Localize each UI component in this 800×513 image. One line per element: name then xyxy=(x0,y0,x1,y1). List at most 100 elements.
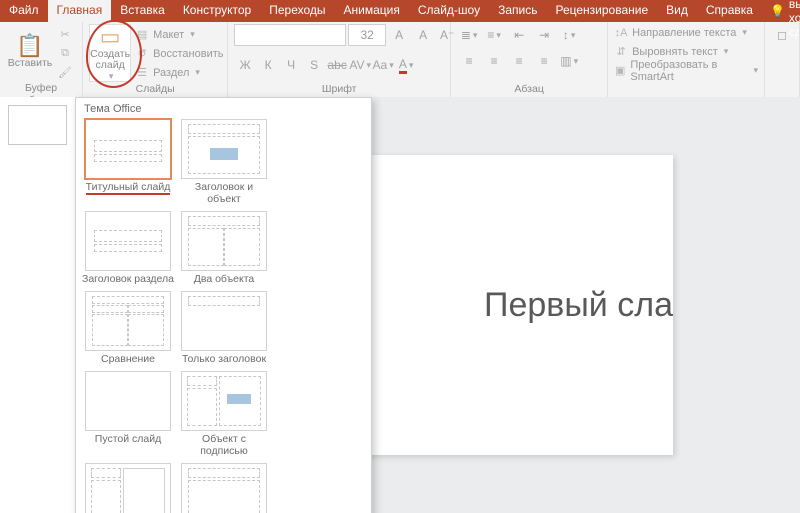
align-center-button[interactable]: ≡ xyxy=(482,50,506,72)
group-clipboard: 📋 Вставить ✂ ⧉ 🖌 Буфер обмена xyxy=(0,22,83,97)
change-case-button[interactable]: Aa xyxy=(372,54,394,76)
section-icon: ☰ xyxy=(135,66,149,79)
layout-label: Титульный слайд xyxy=(86,181,171,195)
bullets-button[interactable]: ≣ xyxy=(457,24,481,46)
align-justify-icon: ≡ xyxy=(541,54,548,68)
shadow-button[interactable]: S xyxy=(303,54,325,76)
reset-icon: ↺ xyxy=(135,47,149,60)
cut-button[interactable]: ✂ xyxy=(58,26,72,43)
font-color-icon: A xyxy=(399,57,407,74)
layout-title-vertical-text[interactable]: Заголовок и вертикальный т… xyxy=(178,463,270,513)
new-slide-icon: ▭ xyxy=(100,25,121,49)
tab-insert[interactable]: Вставка xyxy=(111,0,174,22)
tab-slideshow[interactable]: Слайд-шоу xyxy=(409,0,489,22)
section-button[interactable]: ☰ Раздел xyxy=(135,64,223,81)
align-left-icon: ≡ xyxy=(466,54,473,68)
layout-label: Два объекта xyxy=(194,273,254,285)
font-size-input[interactable]: 32 xyxy=(348,24,386,46)
tab-home[interactable]: Главная xyxy=(48,0,112,22)
group-paragraph: ≣ ≡ ⇤ ⇥ ↕ ≡ ≡ ≡ ≡ ▥ Абзац xyxy=(451,22,608,97)
layout-picture-caption[interactable]: Рисунок с подписью xyxy=(82,463,174,513)
char-spacing-button[interactable]: AV xyxy=(349,54,371,76)
align-center-icon: ≡ xyxy=(491,54,498,68)
layout-blank[interactable]: Пустой слайд xyxy=(82,371,174,457)
clipboard-icon: 📋 xyxy=(16,34,43,58)
line-spacing-button[interactable]: ↕ xyxy=(557,24,581,46)
group-slides: ▭ Создать слайд ▤Макет ↺Восстановить ☰ Ра… xyxy=(83,22,228,97)
tab-view[interactable]: Вид xyxy=(657,0,697,22)
layout-title-content[interactable]: Заголовок и объект xyxy=(178,119,270,205)
lightbulb-icon: 💡 xyxy=(770,4,785,18)
numbering-button[interactable]: ≡ xyxy=(482,24,506,46)
align-text-icon: ⇵ xyxy=(614,45,628,58)
layout-content-caption[interactable]: Объект с подписью xyxy=(178,371,270,457)
indent-dec-button[interactable]: ⇤ xyxy=(507,24,531,46)
align-justify-button[interactable]: ≡ xyxy=(532,50,556,72)
brush-icon: 🖌 xyxy=(58,66,72,79)
layout-label: Только заголовок xyxy=(182,353,266,365)
bullets-icon: ≣ xyxy=(461,28,471,42)
paste-button[interactable]: 📋 Вставить xyxy=(6,24,54,80)
group-label-slides: Слайды xyxy=(89,82,221,97)
layout-two-content[interactable]: Два объекта xyxy=(178,211,270,285)
tab-help[interactable]: Справка xyxy=(697,0,762,22)
new-slide-button[interactable]: ▭ Создать слайд xyxy=(89,24,131,82)
layout-button[interactable]: ▤Макет xyxy=(135,26,223,43)
group-label-paragraph: Абзац xyxy=(457,82,601,97)
slide-title-text: Первый сла xyxy=(484,286,673,325)
new-slide-label: Создать слайд xyxy=(90,49,130,72)
format-painter-button[interactable]: 🖌 xyxy=(58,64,72,81)
thumbnail-1[interactable] xyxy=(8,105,67,145)
tab-design[interactable]: Конструктор xyxy=(174,0,260,22)
strike-button[interactable]: abc xyxy=(326,54,348,76)
layout-label: Пустой слайд xyxy=(95,433,161,445)
copy-button[interactable]: ⧉ xyxy=(58,45,72,62)
tab-transitions[interactable]: Переходы xyxy=(260,0,334,22)
ribbon: 📋 Вставить ✂ ⧉ 🖌 Буфер обмена ▭ Создать … xyxy=(0,22,800,98)
ribbon-tabs: Файл Главная Вставка Конструктор Переход… xyxy=(0,0,800,22)
layout-section-header[interactable]: Заголовок раздела xyxy=(82,211,174,285)
font-family-input[interactable] xyxy=(234,24,346,46)
group-label-font: Шрифт xyxy=(234,82,444,97)
section-label: Раздел xyxy=(153,67,189,79)
layout-label: Заголовок и объект xyxy=(195,181,253,205)
layout-comparison[interactable]: Сравнение xyxy=(82,291,174,365)
tell-me[interactable]: 💡 Что вы хотите сдела xyxy=(762,0,800,22)
align-right-button[interactable]: ≡ xyxy=(507,50,531,72)
layout-grid: Титульный слайд Заголовок и объект Загол… xyxy=(76,119,371,513)
align-right-icon: ≡ xyxy=(516,54,523,68)
smartart-label: Преобразовать в SmartArt xyxy=(630,59,747,83)
reset-button[interactable]: ↺Восстановить xyxy=(135,45,223,62)
columns-button[interactable]: ▥ xyxy=(557,50,581,72)
tab-record[interactable]: Запись xyxy=(489,0,546,22)
smartart-button[interactable]: ▣Преобразовать в SmartArt xyxy=(614,62,758,79)
shrink-font-button[interactable]: A xyxy=(412,24,434,46)
layout-title-only[interactable]: Только заголовок xyxy=(178,291,270,365)
italic-button[interactable]: К xyxy=(257,54,279,76)
numbering-icon: ≡ xyxy=(487,28,494,42)
align-text-button[interactable]: ⇵Выровнять текст xyxy=(614,43,758,60)
group-font: 32 A A A⁻ Ж К Ч S abc AV Aa A Шрифт xyxy=(228,22,451,97)
bold-button[interactable]: Ж xyxy=(234,54,256,76)
text-direction-label: Направление текста xyxy=(632,27,736,39)
slide-thumbnails xyxy=(0,97,76,513)
new-slide-gallery: Тема Office Титульный слайд Заголовок и … xyxy=(75,97,372,513)
grow-font-button[interactable]: A xyxy=(388,24,410,46)
smartart-icon: ▣ xyxy=(614,64,626,77)
align-left-button[interactable]: ≡ xyxy=(457,50,481,72)
underline-button[interactable]: Ч xyxy=(280,54,302,76)
font-color-button[interactable]: A xyxy=(395,54,417,76)
gallery-header: Тема Office xyxy=(76,98,371,119)
text-direction-icon: ↕A xyxy=(614,27,628,39)
indent-inc-button[interactable]: ⇥ xyxy=(532,24,556,46)
shapes-button[interactable]: ◻ xyxy=(771,24,793,46)
line-spacing-icon: ↕ xyxy=(563,28,569,42)
text-direction-button[interactable]: ↕A Направление текста xyxy=(614,24,758,41)
group-textdir: ↕AНаправление текста ⇵Выровнять текст ▣П… xyxy=(608,22,765,97)
tab-review[interactable]: Рецензирование xyxy=(546,0,657,22)
tab-file[interactable]: Файл xyxy=(0,0,48,22)
layout-label: Заголовок раздела xyxy=(82,273,174,285)
layout-title-slide[interactable]: Титульный слайд xyxy=(82,119,174,205)
copy-icon: ⧉ xyxy=(58,47,72,60)
tab-animation[interactable]: Анимация xyxy=(335,0,409,22)
